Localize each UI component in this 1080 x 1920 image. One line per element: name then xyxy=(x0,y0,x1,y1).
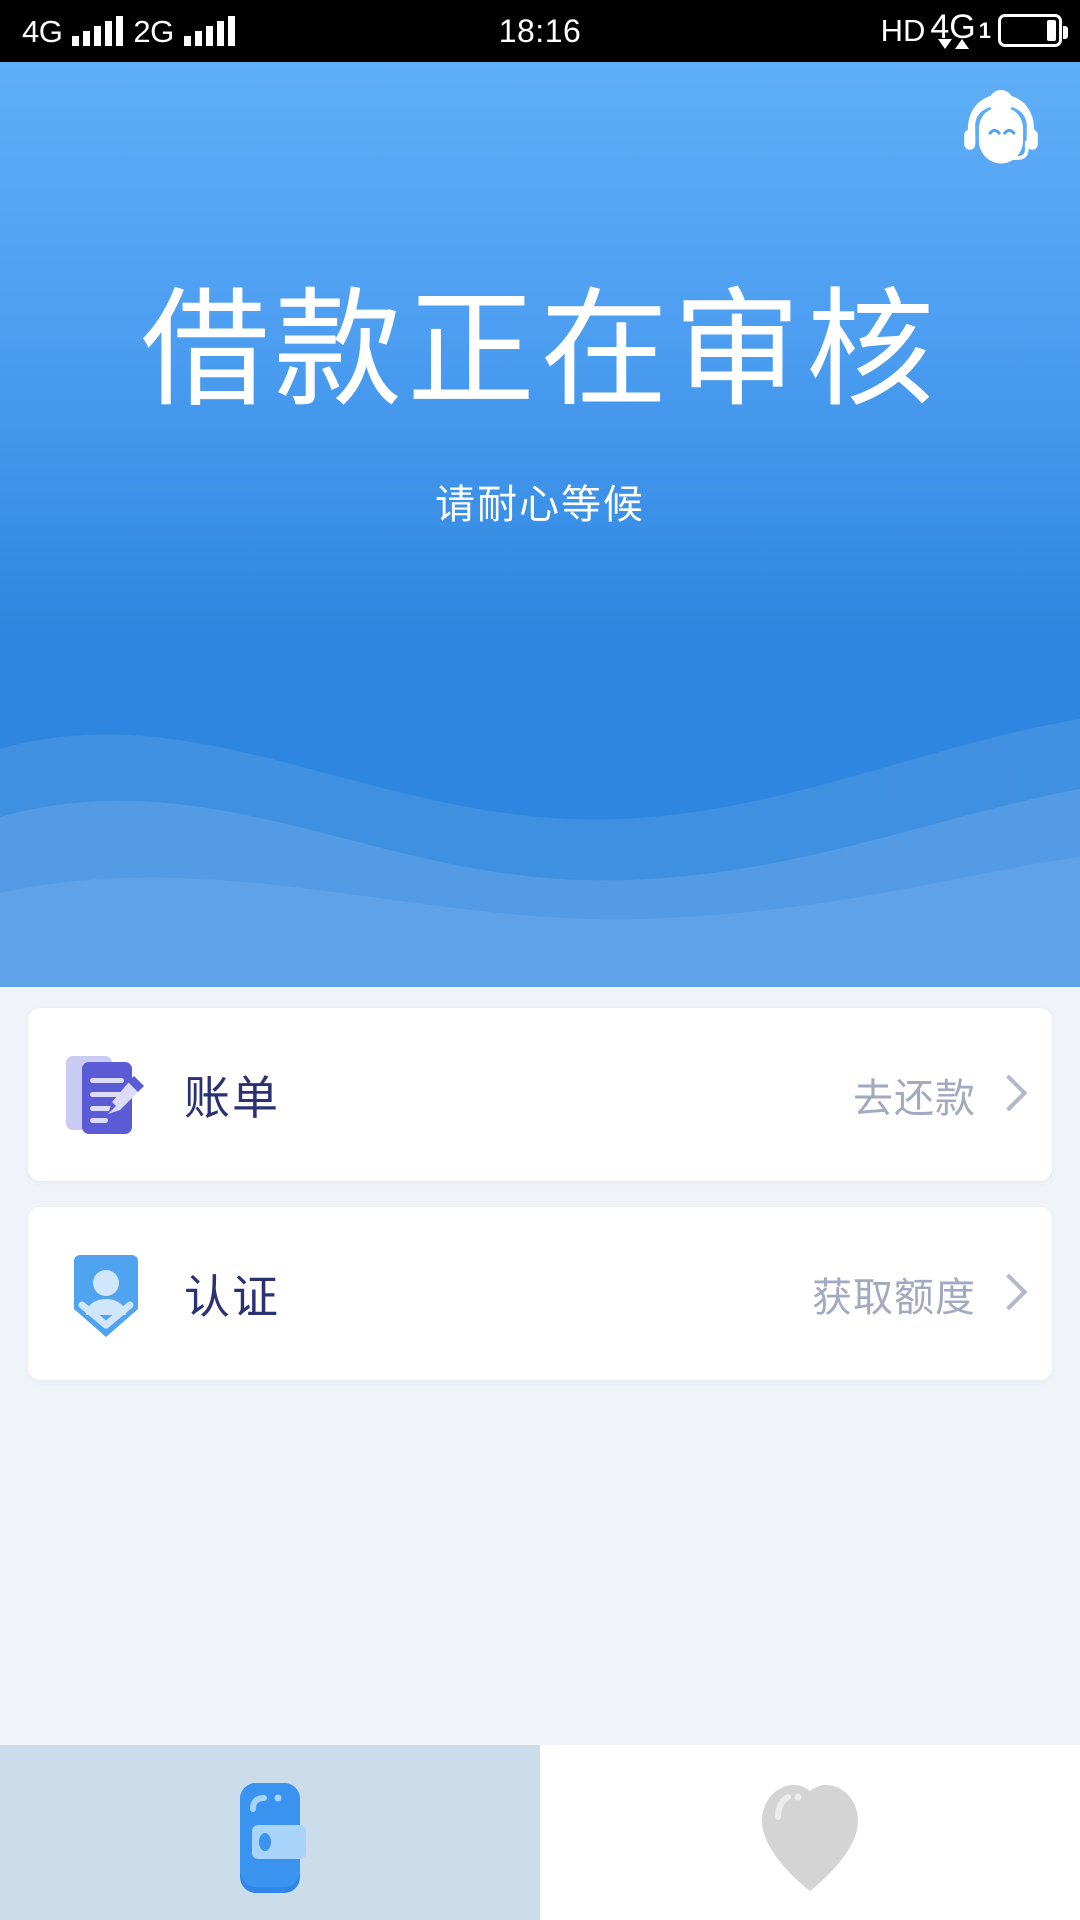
action-card-list: 账单 去还款 认证 获取额度 xyxy=(0,1008,1080,1406)
data-network-indicator: 4G xyxy=(930,7,976,50)
hero-subtitle: 请耐心等候 xyxy=(435,482,645,528)
hero-title: 借款正在审核 xyxy=(140,276,939,425)
status-bar: 4G 2G 18:16 HD 4G 1 xyxy=(0,0,1080,62)
card-bill-action[interactable]: 去还款 xyxy=(853,1066,1016,1124)
chevron-right-icon xyxy=(994,1074,1016,1116)
app-root: 4G 2G 18:16 HD 4G 1 借款正在审核 请耐心等候 账单 去还款 … xyxy=(0,0,1080,1920)
nav-item-favorites[interactable] xyxy=(540,1745,1080,1920)
card-bill-title: 账单 xyxy=(184,1070,280,1125)
card-verification-title: 认证 xyxy=(184,1269,280,1324)
card-bill[interactable]: 账单 去还款 xyxy=(28,1008,1052,1181)
hd-voice-icon: HD xyxy=(880,13,926,49)
battery-fill xyxy=(1047,20,1056,42)
data-transfer-arrows-icon xyxy=(937,39,969,50)
battery-icon xyxy=(998,14,1068,48)
chevron-right-icon xyxy=(994,1273,1016,1315)
bill-document-pencil-icon xyxy=(64,1048,148,1142)
data-network-label: 4G xyxy=(930,7,976,46)
arrow-down-icon xyxy=(937,39,952,50)
wave-decoration-icon xyxy=(0,719,1080,987)
nav-item-wallet[interactable] xyxy=(0,1745,540,1920)
heart-icon xyxy=(752,1777,868,1897)
status-bar-right: HD 4G 1 xyxy=(880,7,1068,50)
hero-banner: 借款正在审核 请耐心等候 xyxy=(0,62,1080,987)
card-verification-action[interactable]: 获取额度 xyxy=(812,1265,1016,1323)
customer-service-icon[interactable] xyxy=(955,89,1047,181)
card-bill-action-label: 去还款 xyxy=(853,1075,976,1122)
card-verification[interactable]: 认证 获取额度 xyxy=(28,1207,1052,1380)
bottom-navigation-bar xyxy=(0,1745,1080,1920)
sim-index-label: 1 xyxy=(978,17,991,43)
card-verification-action-label: 获取额度 xyxy=(812,1274,976,1321)
wallet-icon xyxy=(212,1777,328,1897)
arrow-up-icon xyxy=(954,39,969,50)
shield-person-verify-icon xyxy=(64,1247,148,1341)
